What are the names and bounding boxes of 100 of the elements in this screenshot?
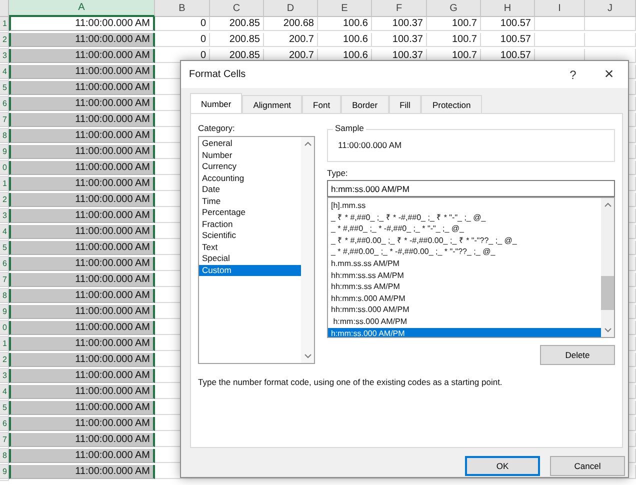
list-item[interactable]: _ * #,##0.00_ ;_ * -#,##0.00_ ;_ * "-"??_ ;_ @_ [328,246,601,258]
list-item[interactable]: h:mm:ss.000 AM/PM [328,328,601,337]
table-cell: 11:00:00.000 AM [9,369,155,382]
list-item[interactable]: Currency [199,161,301,172]
table-cell: 11:00:00.000 AM [9,177,155,190]
table-cell: 0 [155,17,210,30]
row-number[interactable]: 4 [0,65,9,78]
row-number[interactable]: 6 [0,257,9,270]
table-cell: 11:00:00.000 AM [9,145,155,158]
row-number[interactable]: 1 [0,17,9,30]
type-label: Type: [327,168,349,178]
list-item[interactable]: h:mm:ss.000 AM/PM [328,316,601,328]
list-item[interactable]: Percentage [199,207,301,218]
category-list[interactable]: General Number Currency Accounting Date Time Percentage Fraction Scientific Text Special Custom [198,136,315,364]
column-header[interactable]: J [585,0,636,17]
row-number[interactable]: 9 [0,465,9,478]
list-item[interactable]: Date [199,184,301,196]
column-header[interactable]: D [264,0,318,17]
table-cell: 11:00:00.000 AM [9,225,155,238]
tab[interactable]: Fill [388,95,422,113]
scroll-thumb[interactable] [601,276,614,310]
list-item[interactable]: hh:mm:s.ss AM/PM [328,281,601,293]
scroll-down-icon[interactable] [604,328,612,333]
column-header[interactable]: E [318,0,372,17]
dialog-button[interactable]: OK [465,456,540,476]
list-item[interactable]: Scientific [199,230,301,242]
dialog-button[interactable]: Cancel [550,456,625,476]
list-item[interactable]: hh:mm:ss.000 AM/PM [328,304,601,316]
row-number[interactable]: 8 [0,129,9,142]
column-header[interactable]: G [427,0,481,17]
table-cell: 100.37 [372,33,427,46]
list-item[interactable]: Special [199,253,301,264]
list-item[interactable]: hh:mm:s.000 AM/PM [328,292,601,304]
row-number[interactable]: 0 [0,321,9,334]
row-number[interactable]: 3 [0,369,9,382]
scroll-down-icon[interactable] [304,354,312,359]
row-number[interactable]: 1 [0,177,9,190]
list-item[interactable]: Custom [199,264,301,276]
row-number[interactable]: 7 [0,433,9,446]
tab[interactable]: Protection [421,95,482,113]
row-number[interactable]: 5 [0,401,9,414]
type-field[interactable]: h:mm:ss.000 AM/PM [327,180,615,197]
row-number[interactable]: 6 [0,417,9,430]
table-cell: 100.7 [427,33,481,46]
row-number[interactable]: 9 [0,305,9,318]
sample-value: 11:00:00.000 AM [338,140,402,150]
delete-button[interactable]: Delete [540,345,615,365]
row-number[interactable]: 0 [0,161,9,174]
list-item[interactable]: General [199,138,301,150]
row-number[interactable]: 2 [0,33,9,46]
column-header[interactable]: H [481,0,535,17]
tab[interactable]: Border [341,95,389,113]
row-number[interactable]: 6 [0,97,9,110]
format-list[interactable] [327,197,615,338]
list-item[interactable]: Accounting [199,172,301,184]
row-number[interactable]: 8 [0,449,9,462]
list-item[interactable]: _ ₹ * #,##0_ ;_ ₹ * -#,##0_ ;_ ₹ * "-"_ ;_ @_ [328,212,601,224]
row-number[interactable]: 1 [0,337,9,350]
close-button[interactable]: × [598,66,620,84]
scroll-up-icon[interactable] [604,202,612,207]
table-cell: 11:00:00.000 AM [9,257,155,270]
row-number[interactable]: 7 [0,113,9,126]
row-number[interactable]: 4 [0,385,9,398]
column-header[interactable]: C [210,0,264,17]
column-header[interactable]: I [535,0,585,17]
column-header[interactable]: B [155,0,210,17]
row-number[interactable]: 9 [0,145,9,158]
column-header[interactable]: A [9,0,155,17]
list-item[interactable]: _ ₹ * #,##0.00_ ;_ ₹ * -#,##0.00_ ;_ ₹ * "-"??_ ;_ @_ [328,234,601,246]
table-cell: 11:00:00.000 AM [9,193,155,206]
table-cell: 0 [155,33,210,46]
row-number[interactable]: 3 [0,209,9,222]
row-number[interactable]: 8 [0,289,9,302]
table-cell: 100.57 [481,17,535,30]
table-cell: 11:00:00.000 AM [9,417,155,430]
tab[interactable]: Number [190,93,242,113]
table-cell: 11:00:00.000 AM [9,289,155,302]
tab[interactable]: Alignment [242,95,302,113]
tab[interactable]: Font [302,95,342,113]
list-item[interactable]: hh:mm:ss.ss AM/PM [328,270,601,282]
list-item[interactable]: Number [199,150,301,161]
list-item[interactable]: Fraction [199,218,301,230]
row-number[interactable]: 2 [0,353,9,366]
row-number[interactable]: 5 [0,241,9,254]
row-number[interactable]: 7 [0,273,9,286]
row-number[interactable]: 3 [0,49,9,62]
column-header[interactable]: F [372,0,427,17]
table-cell: 200.68 [264,17,318,30]
row-number[interactable]: 2 [0,193,9,206]
table-cell: 11:00:00.000 AM [9,49,155,62]
scroll-up-icon[interactable] [304,141,312,146]
list-item[interactable]: _ * #,##0_ ;_ * -#,##0_ ;_ * "-"_ ;_ @_ [328,223,601,235]
row-number[interactable]: 4 [0,225,9,238]
help-button[interactable]: ? [562,68,584,82]
table-cell: 11:00:00.000 AM [9,401,155,414]
list-item[interactable]: [h].mm.ss [328,200,601,212]
list-item[interactable]: Text [199,242,301,253]
row-number[interactable]: 5 [0,81,9,94]
list-item[interactable]: Time [199,196,301,207]
list-item[interactable]: h.mm.ss.ss AM/PM [328,258,601,270]
